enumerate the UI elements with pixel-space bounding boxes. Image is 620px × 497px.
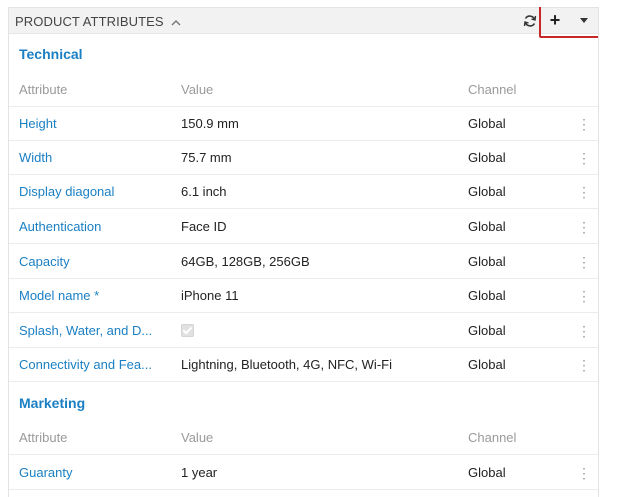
- add-attribute-button-group: +: [539, 7, 598, 38]
- checked-checkbox-icon: [181, 324, 194, 337]
- attribute-link[interactable]: Guaranty: [19, 456, 167, 490]
- product-attributes-panel: PRODUCT ATTRIBUTES + Technical Attribute…: [8, 7, 599, 497]
- section-title-technical: Technical: [19, 46, 83, 62]
- table-row: Connectivity and Fea... Lightning, Bluet…: [9, 348, 598, 382]
- row-menu-icon[interactable]: ⋮: [577, 314, 591, 348]
- panel-title: PRODUCT ATTRIBUTES: [15, 14, 164, 29]
- column-header-value: Value: [181, 82, 214, 97]
- row-menu-icon[interactable]: ⋮: [577, 210, 591, 244]
- attribute-value: Lightning, Bluetooth, 4G, NFC, Wi-Fi: [181, 357, 392, 372]
- panel-title-toggle[interactable]: PRODUCT ATTRIBUTES: [15, 14, 181, 29]
- table-row: Width 75.7 mm Global ⋮: [9, 141, 598, 175]
- attribute-channel: Global: [468, 288, 506, 303]
- chevron-up-icon: [171, 17, 181, 29]
- row-menu-icon[interactable]: ⋮: [577, 107, 591, 141]
- column-header-value: Value: [181, 430, 214, 445]
- attribute-link[interactable]: Splash, Water, and D...: [19, 314, 167, 348]
- row-menu-icon[interactable]: ⋮: [577, 175, 591, 209]
- attribute-value: 6.1 inch: [181, 184, 227, 199]
- row-menu-icon[interactable]: ⋮: [577, 245, 591, 279]
- table-row: Capacity 64GB, 128GB, 256GB Global ⋮: [9, 245, 598, 279]
- attribute-value-checkbox: [181, 314, 461, 348]
- attribute-link[interactable]: Height: [19, 107, 167, 141]
- table-header-row: Attribute Value Channel: [9, 73, 598, 107]
- attribute-link[interactable]: Capacity: [19, 245, 167, 279]
- attribute-channel: Global: [468, 116, 506, 131]
- table-row: Splash, Water, and D... Global ⋮: [9, 314, 598, 348]
- attribute-link[interactable]: Width: [19, 141, 167, 175]
- column-header-attribute: Attribute: [19, 430, 68, 445]
- attribute-channel: Global: [468, 357, 506, 372]
- section-title-marketing: Marketing: [19, 395, 86, 411]
- column-header-channel: Channel: [468, 82, 517, 97]
- table-row: Model name * iPhone 11 Global ⋮: [9, 279, 598, 313]
- attribute-channel: Global: [468, 184, 506, 199]
- attribute-channel: Global: [468, 254, 506, 269]
- attribute-link[interactable]: Display diagonal: [19, 175, 167, 209]
- table-header-row: Attribute Value Channel: [9, 421, 598, 455]
- row-menu-icon[interactable]: ⋮: [577, 348, 591, 382]
- attribute-value: 150.9 mm: [181, 116, 239, 131]
- attribute-link[interactable]: Authentication: [19, 210, 167, 244]
- attribute-channel: Global: [468, 219, 506, 234]
- attribute-channel: Global: [468, 150, 506, 165]
- row-menu-icon[interactable]: ⋮: [577, 279, 591, 313]
- attribute-value: 64GB, 128GB, 256GB: [181, 254, 310, 269]
- attribute-link[interactable]: Model name *: [19, 279, 167, 313]
- refresh-button[interactable]: [521, 11, 539, 31]
- attribute-channel: Global: [468, 465, 506, 480]
- attribute-channel: Global: [468, 323, 506, 338]
- add-attribute-button[interactable]: +: [541, 7, 569, 36]
- column-header-attribute: Attribute: [19, 82, 68, 97]
- attribute-value: 75.7 mm: [181, 150, 232, 165]
- table-row: Guaranty 1 year Global ⋮: [9, 456, 598, 490]
- attribute-link[interactable]: Connectivity and Fea...: [19, 348, 167, 382]
- attribute-value: 1 year: [181, 465, 218, 480]
- panel-header: PRODUCT ATTRIBUTES +: [9, 7, 598, 38]
- row-menu-icon[interactable]: ⋮: [577, 141, 591, 175]
- table-row: Display diagonal 6.1 inch Global ⋮: [9, 175, 598, 209]
- column-header-channel: Channel: [468, 430, 517, 445]
- row-menu-icon[interactable]: ⋮: [577, 456, 591, 490]
- attribute-value: iPhone 11: [181, 288, 239, 303]
- add-options-dropdown[interactable]: [569, 7, 598, 36]
- attribute-value: Face ID: [181, 219, 227, 234]
- caret-down-icon: [580, 17, 588, 23]
- table-row: Authentication Face ID Global ⋮: [9, 210, 598, 244]
- table-row: Height 150.9 mm Global ⋮: [9, 107, 598, 141]
- refresh-icon: [523, 15, 537, 27]
